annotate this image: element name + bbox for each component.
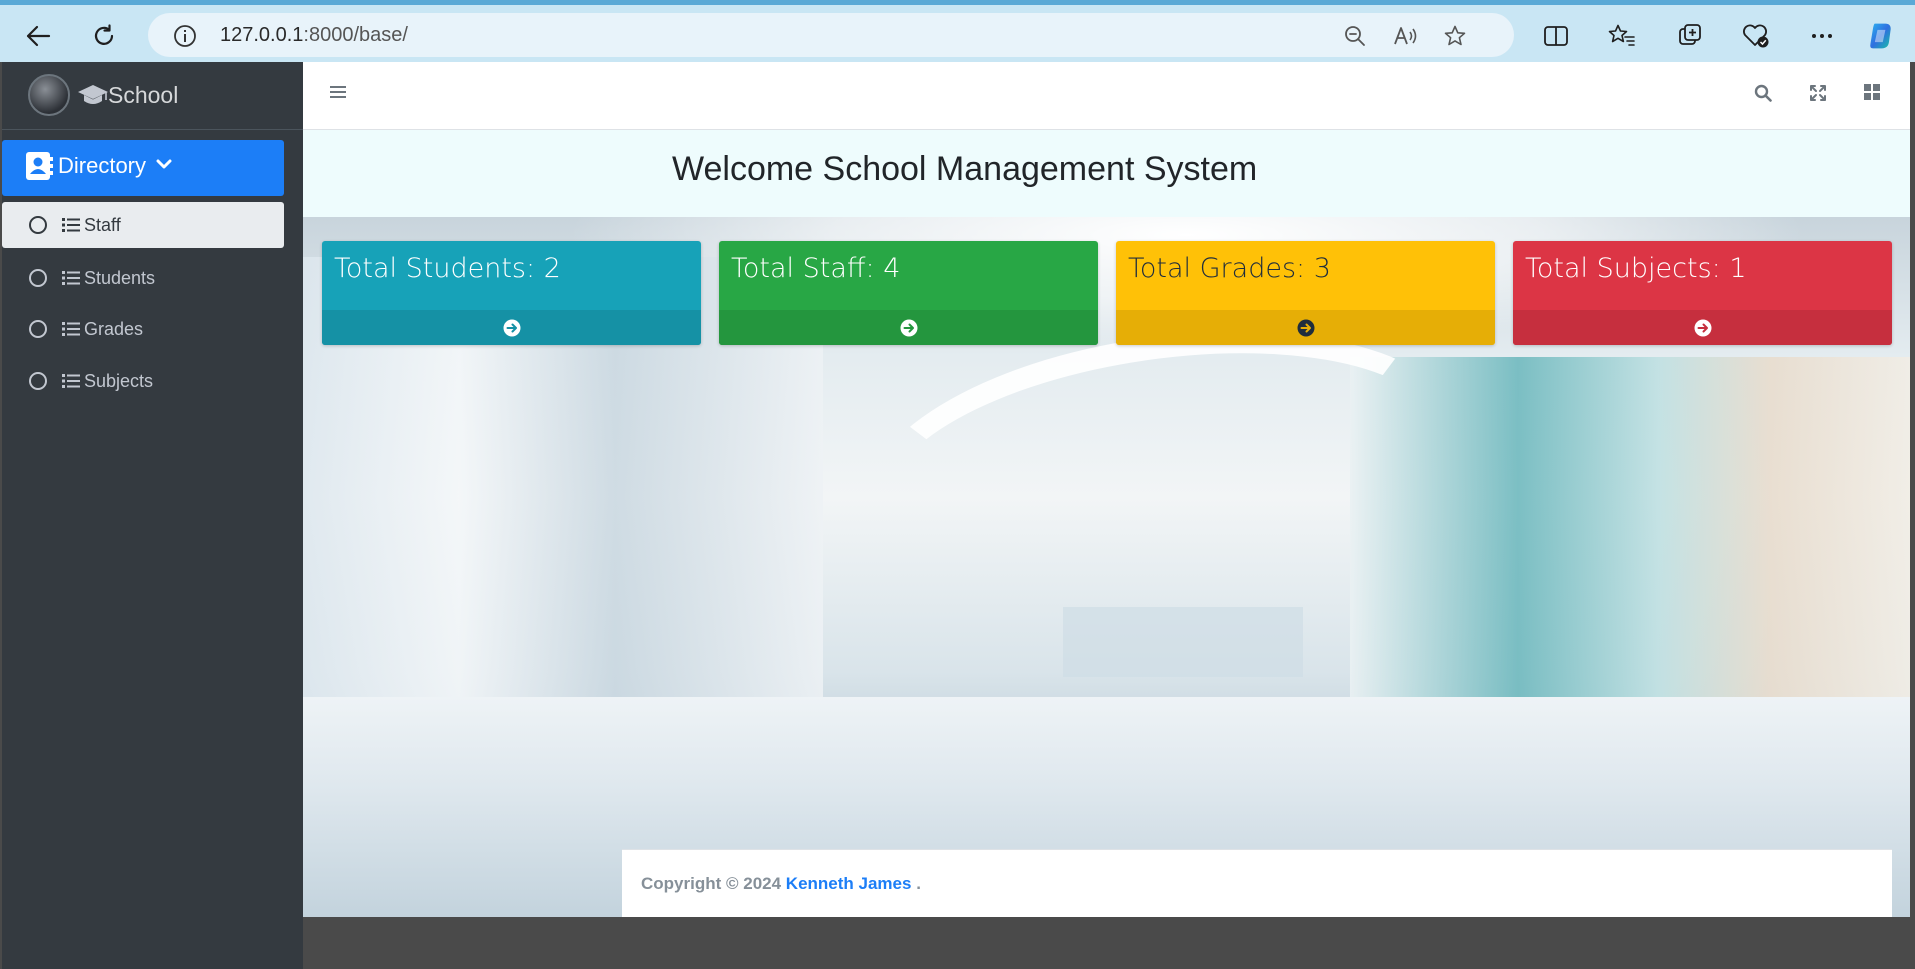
sidebar-item-label: Subjects xyxy=(84,371,154,391)
url-path: :8000/base/ xyxy=(303,24,408,46)
circle-icon xyxy=(29,269,47,287)
copyright-suffix: . xyxy=(911,874,921,893)
top-navbar xyxy=(303,62,1910,130)
staff-stat-card: Total Staff: 4 xyxy=(719,241,1098,345)
author-link[interactable]: Kenneth James xyxy=(786,874,912,893)
arrow-circle-right-icon xyxy=(1297,319,1314,336)
students-stat-card: Total Students: 2 xyxy=(322,241,701,345)
more-info-link[interactable] xyxy=(1513,310,1892,345)
more-options-icon[interactable] xyxy=(1807,21,1837,51)
subjects-stat-card: Total Subjects: 1 xyxy=(1513,241,1892,345)
address-book-icon xyxy=(24,150,54,187)
brand-link[interactable]: School xyxy=(2,62,303,130)
card-title: Total Students: 2 xyxy=(334,253,561,284)
sidebar-item-students[interactable]: Students xyxy=(2,255,284,301)
list-icon xyxy=(62,321,80,342)
brand-logo xyxy=(28,74,70,116)
circle-icon xyxy=(29,216,47,234)
copilot-icon[interactable] xyxy=(1866,21,1896,51)
sidebar-item-directory[interactable]: Directory xyxy=(2,140,284,196)
list-icon xyxy=(62,373,80,394)
copyright-text: Copyright © 2024 Kenneth James . xyxy=(641,874,921,894)
brand-text: School xyxy=(108,82,179,108)
sidebar-item-grades[interactable]: Grades xyxy=(2,306,284,352)
collections-icon[interactable] xyxy=(1675,21,1705,51)
list-icon xyxy=(62,270,80,291)
page-title: Welcome School Management System xyxy=(672,150,1258,188)
refresh-button[interactable] xyxy=(86,18,122,54)
menu-toggle-icon[interactable] xyxy=(330,84,346,105)
sidebar-item-label: Grades xyxy=(84,319,144,339)
more-info-link[interactable] xyxy=(719,310,1098,345)
favorite-star-icon[interactable] xyxy=(1442,23,1468,49)
grades-stat-card: Total Grades: 3 xyxy=(1116,241,1495,345)
copyright-prefix: Copyright © 2024 xyxy=(641,874,786,893)
site-info-icon[interactable] xyxy=(172,23,198,49)
grid-apps-icon[interactable] xyxy=(1864,84,1880,105)
sidebar: School Directory Staff Students Grades S… xyxy=(2,62,303,969)
circle-icon xyxy=(29,372,47,390)
graduation-cap-icon xyxy=(77,82,109,113)
read-aloud-icon[interactable] xyxy=(1392,23,1418,49)
split-screen-icon[interactable] xyxy=(1541,21,1571,51)
sidebar-item-label: Students xyxy=(84,268,156,288)
search-icon[interactable] xyxy=(1754,84,1772,107)
sidebar-item-label: Staff xyxy=(84,215,121,235)
content-header: Welcome School Management System xyxy=(303,130,1910,217)
chevron-down-icon xyxy=(156,157,172,175)
more-info-link[interactable] xyxy=(322,310,701,345)
sidebar-item-label: Directory xyxy=(58,153,147,178)
list-icon xyxy=(62,217,80,238)
sidebar-item-subjects[interactable]: Subjects xyxy=(2,358,284,404)
arrow-circle-right-icon xyxy=(900,319,917,336)
zoom-out-icon[interactable] xyxy=(1342,23,1368,49)
browser-toolbar: 127.0.0.1:8000/base/ xyxy=(0,0,1915,62)
arrow-circle-right-icon xyxy=(1694,319,1711,336)
fullscreen-icon[interactable] xyxy=(1809,84,1827,107)
url-host: 127.0.0.1 xyxy=(220,24,304,46)
back-button[interactable] xyxy=(20,18,56,54)
card-title: Total Staff: 4 xyxy=(731,253,901,284)
more-info-link[interactable] xyxy=(1116,310,1495,345)
card-title: Total Subjects: 1 xyxy=(1525,253,1747,284)
arrow-circle-right-icon xyxy=(503,319,520,336)
sidebar-item-staff[interactable]: Staff xyxy=(2,202,284,248)
card-title: Total Grades: 3 xyxy=(1128,253,1331,284)
main-footer: Copyright © 2024 Kenneth James . xyxy=(622,849,1892,917)
browser-essentials-icon[interactable] xyxy=(1741,21,1771,51)
favorites-icon[interactable] xyxy=(1607,21,1637,51)
circle-icon xyxy=(29,320,47,338)
address-bar[interactable]: 127.0.0.1:8000/base/ xyxy=(148,13,1514,57)
url-text[interactable]: 127.0.0.1:8000/base/ xyxy=(220,24,408,47)
